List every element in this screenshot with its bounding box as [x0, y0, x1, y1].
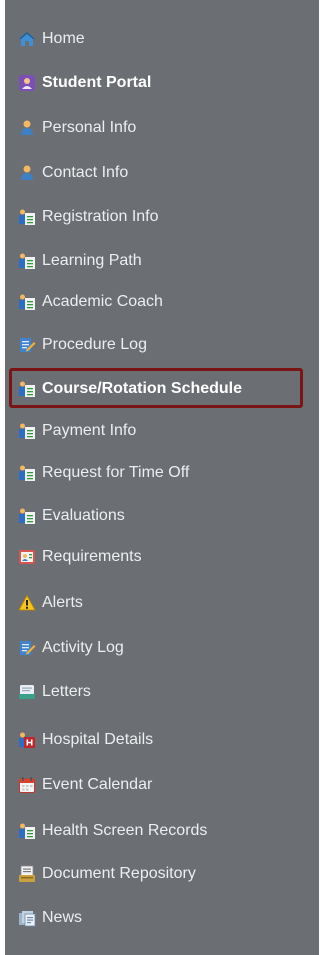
clipboard-person-icon [18, 507, 36, 525]
nav-item-label: Document Repository [42, 865, 196, 882]
nav-item-course-rotation-schedule[interactable]: Course/Rotation Schedule [18, 374, 242, 404]
nav-item-label: Contact Info [42, 164, 129, 181]
nav-item-payment-info[interactable]: Payment Info [18, 416, 136, 446]
nav-item-label: Hospital Details [42, 731, 154, 748]
nav-item-label: Alerts [42, 594, 83, 611]
nav-item-label: Registration Info [42, 208, 159, 225]
requirements-icon [18, 548, 36, 566]
sidebar-nav: Home Student Portal Personal Info Contac… [5, 0, 319, 955]
warning-icon [18, 594, 36, 612]
nav-item-label: Home [42, 30, 85, 47]
letter-icon [18, 683, 36, 701]
nav-item-requirements[interactable]: Requirements [18, 542, 142, 572]
nav-item-event-calendar[interactable]: Event Calendar [18, 770, 152, 800]
nav-item-label: Course/Rotation Schedule [42, 380, 243, 397]
nav-item-label: Procedure Log [42, 336, 147, 353]
nav-item-hospital-details[interactable]: Hospital Details [18, 725, 153, 755]
nav-item-label: Activity Log [42, 639, 124, 656]
nav-item-personal-info[interactable]: Personal Info [18, 113, 136, 143]
nav-item-label: News [42, 909, 83, 926]
nav-item-label: Personal Info [42, 119, 137, 136]
person-icon [18, 164, 36, 182]
nav-item-label: Learning Path [42, 252, 142, 269]
student-portal-icon [18, 74, 36, 92]
document-icon [18, 865, 36, 883]
clipboard-person-icon [18, 822, 36, 840]
nav-item-label: Letters [42, 683, 91, 700]
hospital-icon [18, 731, 36, 749]
nav-item-news[interactable]: News [18, 903, 82, 933]
nav-item-label: Event Calendar [42, 776, 153, 793]
home-icon [18, 30, 36, 48]
clipboard-person-icon [18, 252, 36, 270]
nav-item-label: Student Portal [42, 74, 152, 91]
nav-item-learning-path[interactable]: Learning Path [18, 246, 142, 276]
nav-item-student-portal[interactable]: Student Portal [18, 68, 151, 98]
nav-item-evaluations[interactable]: Evaluations [18, 501, 125, 531]
person-icon [18, 119, 36, 137]
nav-item-procedure-log[interactable]: Procedure Log [18, 330, 147, 360]
nav-item-label: Requirements [42, 548, 142, 565]
nav-item-health-screen-records[interactable]: Health Screen Records [18, 816, 207, 846]
nav-item-contact-info[interactable]: Contact Info [18, 158, 128, 188]
clipboard-person-icon [18, 293, 36, 311]
clipboard-person-icon [18, 208, 36, 226]
nav-item-label: Request for Time Off [42, 464, 190, 481]
clipboard-person-icon [18, 464, 36, 482]
nav-item-letters[interactable]: Letters [18, 677, 91, 707]
nav-item-document-repository[interactable]: Document Repository [18, 859, 196, 889]
nav-item-label: Evaluations [42, 507, 125, 524]
calendar-icon [18, 776, 36, 794]
nav-item-alerts[interactable]: Alerts [18, 588, 83, 618]
clipboard-person-icon [18, 422, 36, 440]
nav-item-label: Academic Coach [42, 293, 163, 310]
notepad-pencil-icon [18, 639, 36, 657]
clipboard-person-icon [18, 380, 36, 398]
notepad-pencil-icon [18, 336, 36, 354]
news-icon [18, 909, 36, 927]
nav-item-request-for-time-off[interactable]: Request for Time Off [18, 458, 189, 488]
nav-item-home[interactable]: Home [18, 24, 85, 54]
nav-item-academic-coach[interactable]: Academic Coach [18, 287, 163, 317]
nav-item-activity-log[interactable]: Activity Log [18, 633, 124, 663]
nav-item-registration-info[interactable]: Registration Info [18, 202, 159, 232]
nav-item-label: Payment Info [42, 422, 137, 439]
nav-item-label: Health Screen Records [42, 822, 208, 839]
